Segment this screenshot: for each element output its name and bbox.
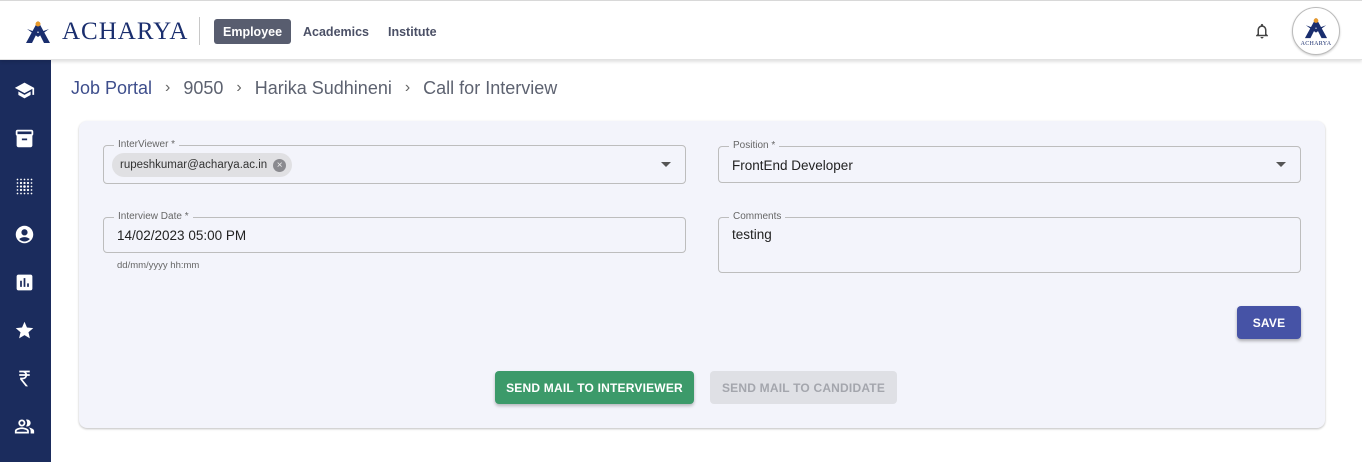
- comments-value: testing: [732, 227, 772, 242]
- acharya-logo-icon: [26, 21, 50, 43]
- chevron-down-icon[interactable]: [661, 161, 671, 167]
- avatar[interactable]: ACHARYA: [1292, 7, 1340, 55]
- tab-institute[interactable]: Institute: [379, 19, 446, 44]
- interviewer-label: InterViewer *: [114, 138, 180, 152]
- send-mail-interviewer-button[interactable]: SEND MAIL TO INTERVIEWER: [495, 371, 694, 404]
- breadcrumb-separator: ›: [404, 79, 411, 96]
- position-label: Position *: [729, 139, 780, 153]
- chip-remove-icon[interactable]: ×: [273, 158, 287, 172]
- save-button[interactable]: SAVE: [1237, 306, 1301, 339]
- breadcrumb-separator: ›: [165, 79, 171, 96]
- header-divider: [199, 17, 200, 45]
- top-bar: ACHARYA Employee Academics Institute ACH…: [0, 0, 1362, 60]
- account-circle-icon[interactable]: [13, 223, 35, 245]
- brand-logo[interactable]: ACHARYA: [22, 17, 188, 47]
- breadcrumb-candidate: Harika Sudhineni: [254, 77, 392, 98]
- rupee-icon[interactable]: [13, 367, 35, 389]
- star-icon[interactable]: [13, 319, 35, 341]
- breadcrumb-current: Call for Interview: [423, 77, 558, 98]
- tab-academics[interactable]: Academics: [294, 19, 378, 44]
- grid-dots-icon[interactable]: [13, 175, 35, 197]
- breadcrumb: Job Portal › 9050 › Harika Sudhineni › C…: [71, 77, 557, 99]
- acharya-logo-icon: [1304, 17, 1328, 38]
- avatar-label: ACHARYA: [1300, 40, 1332, 47]
- logo-text: ACHARYA: [62, 18, 189, 45]
- position-select[interactable]: Position * FrontEnd Developer: [718, 139, 1301, 183]
- breadcrumb-job-id: 9050: [183, 77, 224, 98]
- bar-chart-icon[interactable]: [13, 271, 35, 293]
- sidebar: [0, 60, 51, 462]
- bell-icon[interactable]: [1253, 21, 1271, 41]
- interview-date-label: Interview Date *: [114, 210, 193, 224]
- interviewer-select[interactable]: InterViewer * rupeshkumar@acharya.ac.in …: [103, 138, 686, 184]
- people-icon[interactable]: [13, 415, 35, 437]
- breadcrumb-job-portal[interactable]: Job Portal: [71, 78, 152, 99]
- comments-label: Comments: [729, 210, 786, 224]
- interviewer-chip-text: rupeshkumar@acharya.ac.in: [120, 159, 268, 171]
- send-mail-candidate-button: SEND MAIL TO CANDIDATE: [710, 371, 897, 404]
- position-value: FrontEnd Developer: [732, 158, 853, 173]
- school-icon[interactable]: [13, 79, 35, 101]
- tab-employee[interactable]: Employee: [214, 19, 292, 44]
- date-format-helper: dd/mm/yyyy hh:mm: [117, 260, 200, 271]
- interview-date-field[interactable]: Interview Date * 14/02/2023 05:00 PM: [103, 210, 686, 253]
- breadcrumb-separator: ›: [236, 79, 242, 96]
- archive-icon[interactable]: [13, 127, 35, 149]
- interviewer-chip: rupeshkumar@acharya.ac.in ×: [112, 153, 293, 177]
- comments-field[interactable]: Comments testing: [718, 210, 1301, 273]
- interview-date-value: 14/02/2023 05:00 PM: [117, 228, 247, 243]
- chevron-down-icon[interactable]: [1276, 161, 1286, 167]
